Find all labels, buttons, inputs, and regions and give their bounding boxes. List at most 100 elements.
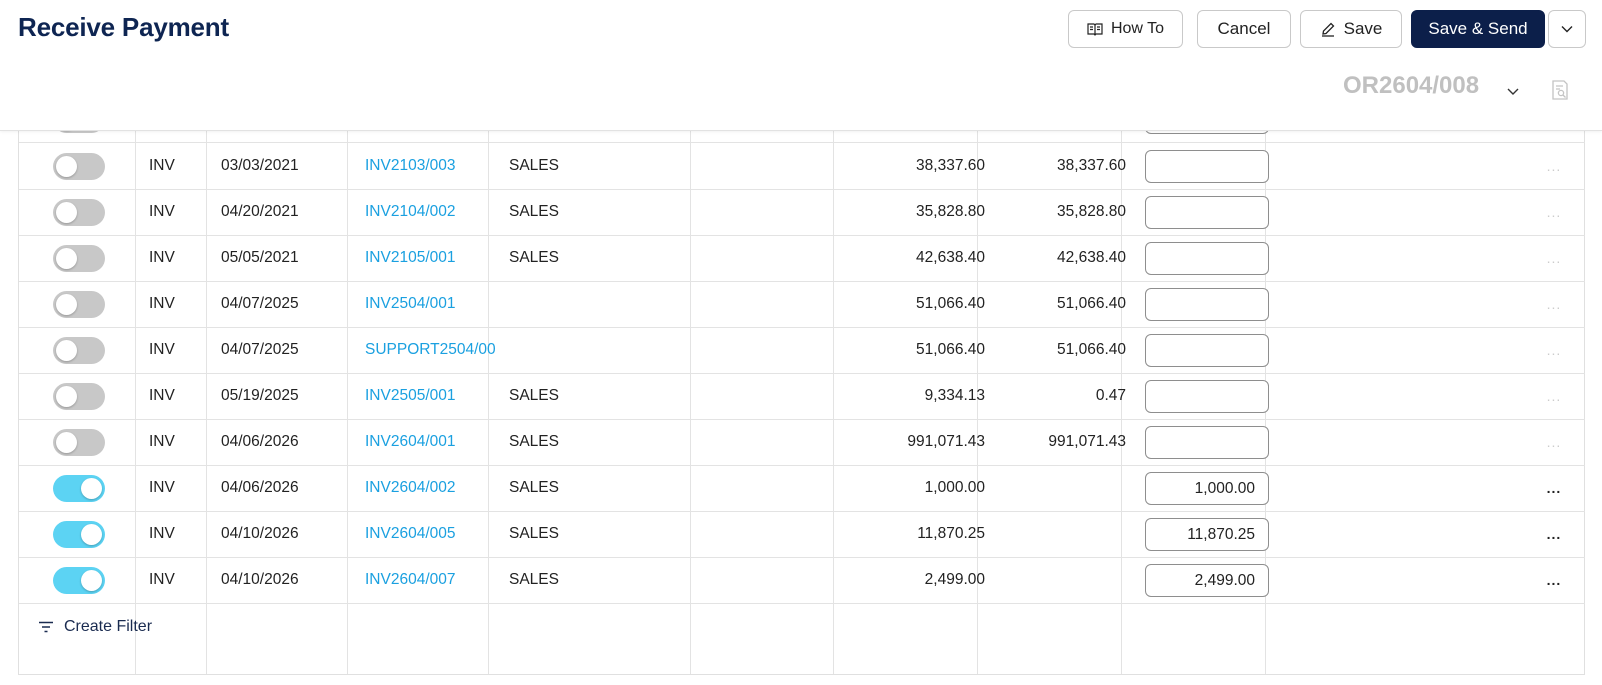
cell-type: INV xyxy=(149,295,175,312)
payment-input[interactable] xyxy=(1145,380,1269,413)
table-row: INV 04/07/2025 INV2504/001 51,066.40 51,066.… xyxy=(19,281,1585,328)
row-menu-button[interactable]: ... xyxy=(1539,189,1569,235)
invoice-link[interactable]: INV2505/001 xyxy=(365,373,505,419)
cell-type: INV xyxy=(149,249,175,266)
row-menu-button[interactable]: ... xyxy=(1539,557,1569,603)
table-row: INV 04/07/2025 SUPPORT2504/00 51,066.40 51,0… xyxy=(19,327,1585,374)
how-to-label: How To xyxy=(1110,20,1165,37)
save-button[interactable]: Save xyxy=(1300,10,1402,48)
payment-input[interactable] xyxy=(1145,242,1269,275)
invoice-link[interactable]: INV2604/005 xyxy=(365,511,505,557)
cell-date: 04/07/2025 xyxy=(221,341,299,358)
row-menu-button[interactable]: ... xyxy=(1539,419,1569,465)
row-menu-button[interactable]: ... xyxy=(1539,327,1569,373)
cell-description: SALES xyxy=(509,387,559,404)
row-select-toggle[interactable] xyxy=(53,475,105,502)
row-menu-button[interactable]: ... xyxy=(1539,373,1569,419)
invoice-link[interactable]: INV2604/007 xyxy=(365,557,505,603)
table-row: INV 05/05/2021 INV2105/001 SALES 42,638.40 42… xyxy=(19,235,1585,282)
payment-input[interactable] xyxy=(1145,288,1269,321)
cell-amount: 11,870.25 xyxy=(917,525,985,542)
row-select-toggle[interactable] xyxy=(53,245,105,272)
payment-input[interactable] xyxy=(1145,564,1269,597)
row-menu-button[interactable]: ... xyxy=(1539,511,1569,557)
invoice-link[interactable]: INV2104/002 xyxy=(365,189,505,235)
save-and-send-button[interactable]: Save & Send xyxy=(1411,10,1545,48)
cell-type: INV xyxy=(149,387,175,404)
more-options-button[interactable] xyxy=(1548,10,1586,48)
invoice-link[interactable]: INV2103/003 xyxy=(365,143,505,189)
toggle-knob xyxy=(81,570,102,591)
row-menu-button[interactable]: ... xyxy=(1539,281,1569,327)
cell-amount: 38,337.60 xyxy=(916,157,985,174)
cell-balance xyxy=(993,511,1126,557)
cell-date: 04/06/2026 xyxy=(221,479,299,496)
create-filter-label: Create Filter xyxy=(64,618,153,635)
table-row: INV 04/10/2026 INV2604/007SALES 2,499.00... xyxy=(19,557,1585,604)
row-menu-button[interactable]: ... xyxy=(1539,235,1569,281)
cell-balance: 42,638.40 xyxy=(1057,249,1126,266)
toggle-knob xyxy=(56,340,77,361)
table-row: INV 03/03/2021 INV2103/003 SALES 38,337.60 38… xyxy=(19,143,1585,190)
cancel-button[interactable]: Cancel xyxy=(1197,10,1291,48)
invoice-link[interactable]: SUPPORT2504/00 xyxy=(365,327,505,373)
cell-balance: 51,066.40 xyxy=(1057,341,1126,358)
book-icon xyxy=(1087,23,1103,36)
cell-balance: 35,828.80 xyxy=(1057,203,1126,220)
cell-date: 04/20/2021 xyxy=(221,203,299,220)
invoice-link[interactable]: INV2504/001 xyxy=(365,281,505,327)
cell-date: 05/05/2021 xyxy=(221,249,299,266)
row-select-toggle[interactable] xyxy=(53,291,105,318)
cell-type: INV xyxy=(149,203,175,220)
cell-date: 04/06/2026 xyxy=(221,433,299,450)
cell-date: 04/10/2026 xyxy=(221,525,299,542)
chevron-down-icon xyxy=(1561,26,1573,33)
row-menu-button[interactable]: ... xyxy=(1539,143,1569,189)
cell-description: SALES xyxy=(509,433,559,450)
cell-type: INV xyxy=(149,571,175,588)
create-filter-button[interactable]: Create Filter xyxy=(38,614,152,640)
table-row: INV 04/20/2021 INV2104/002 SALES 35,828.80 35… xyxy=(19,189,1585,236)
how-to-button[interactable]: How To xyxy=(1068,10,1183,48)
filter-icon xyxy=(39,621,53,633)
cell-amount: 51,066.40 xyxy=(916,295,985,312)
payment-input[interactable] xyxy=(1145,334,1269,367)
toggle-knob xyxy=(56,202,77,223)
cell-type: INV xyxy=(149,157,175,174)
table-row: INV 04/10/2026 INV2604/005SALES 11,870.25..… xyxy=(19,511,1585,558)
cell-description: SALES xyxy=(509,479,559,496)
row-select-toggle[interactable] xyxy=(53,567,105,594)
cell-type: INV xyxy=(149,341,175,358)
document-search-icon[interactable] xyxy=(1549,79,1571,101)
cell-amount: 2,499.00 xyxy=(924,571,985,588)
payment-input[interactable] xyxy=(1145,518,1269,551)
row-select-toggle[interactable] xyxy=(53,199,105,226)
cell-type: INV xyxy=(149,433,175,450)
toggle-knob xyxy=(56,294,77,315)
cell-date: 05/19/2025 xyxy=(221,387,299,404)
row-select-toggle[interactable] xyxy=(53,337,105,364)
cell-balance: 991,071.43 xyxy=(1048,433,1126,450)
cell-description: SALES xyxy=(509,203,559,220)
cell-amount: 51,066.40 xyxy=(916,341,985,358)
cell-balance: 0.47 xyxy=(1095,387,1126,404)
row-select-toggle[interactable] xyxy=(53,429,105,456)
row-select-toggle[interactable] xyxy=(53,521,105,548)
cell-type: INV xyxy=(149,525,175,542)
invoice-link[interactable]: INV2604/001 xyxy=(365,419,505,465)
table-row: INV 04/06/2026 INV2604/002SALES 1,000.00... xyxy=(19,465,1585,512)
table-row: INV 04/06/2026 INV2604/001 SALES 991,071.43 9… xyxy=(19,419,1585,466)
invoice-link[interactable]: INV2604/002 xyxy=(365,465,505,511)
payment-input[interactable] xyxy=(1145,426,1269,459)
payment-input[interactable] xyxy=(1145,150,1269,183)
invoice-link[interactable]: INV2105/001 xyxy=(365,235,505,281)
row-select-toggle[interactable] xyxy=(53,153,105,180)
payment-input[interactable] xyxy=(1145,196,1269,229)
payment-input[interactable] xyxy=(1145,472,1269,505)
toggle-knob xyxy=(56,432,77,453)
chevron-down-icon[interactable] xyxy=(1504,82,1522,100)
toggle-knob xyxy=(81,524,102,545)
row-select-toggle[interactable] xyxy=(53,383,105,410)
cell-amount: 9,334.13 xyxy=(924,387,985,404)
row-menu-button[interactable]: ... xyxy=(1539,465,1569,511)
